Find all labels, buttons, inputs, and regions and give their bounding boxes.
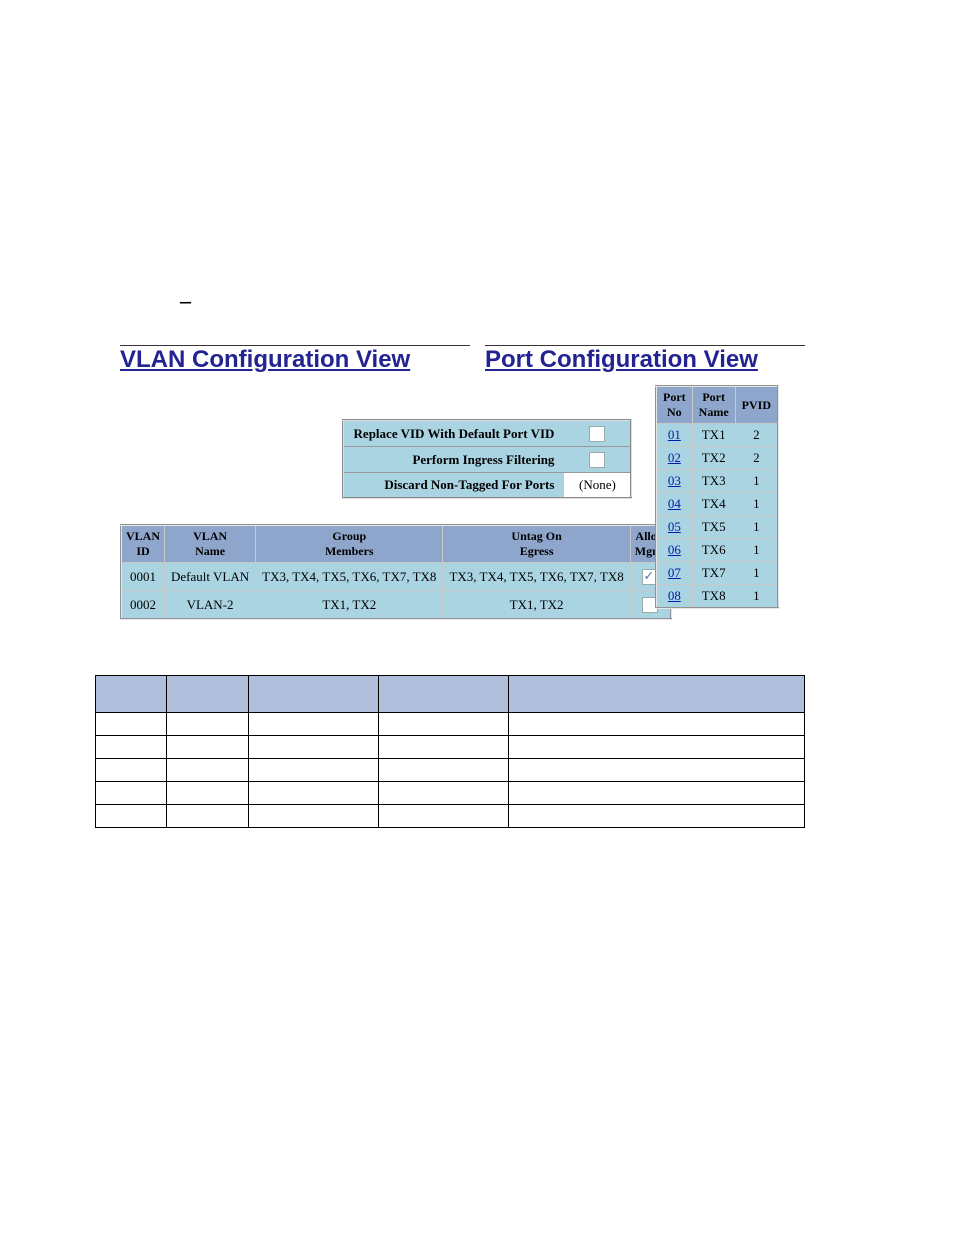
- opt-value-ingress[interactable]: [564, 447, 631, 473]
- blank-row: [96, 713, 805, 736]
- vlan-name-cell: Default VLAN: [165, 563, 256, 591]
- blank-row: [96, 805, 805, 828]
- port-pvid-cell: 2: [735, 424, 778, 447]
- port-pvid-cell: 1: [735, 516, 778, 539]
- port-pvid-cell: 1: [735, 562, 778, 585]
- blank-col-2: [167, 676, 248, 713]
- vlan-col-untag: Untag OnEgress: [443, 525, 630, 563]
- vlan-id-cell: 0001: [121, 563, 165, 591]
- port-pvid-cell: 1: [735, 539, 778, 562]
- vlan-table: VLANID VLANName GroupMembers Untag OnEgr…: [120, 524, 672, 620]
- heading-row: VLAN Configuration View Port Configurati…: [120, 345, 854, 374]
- port-no-link[interactable]: 04: [656, 493, 692, 516]
- checkbox-ingress[interactable]: [589, 452, 605, 468]
- blank-row: [96, 736, 805, 759]
- port-table-header-row: PortNo PortName PVID: [656, 386, 778, 424]
- port-pvid-cell: 1: [735, 585, 778, 609]
- vlan-table-header-row: VLANID VLANName GroupMembers Untag OnEgr…: [121, 525, 671, 563]
- port-col-no: PortNo: [656, 386, 692, 424]
- vlan-row: 0001 Default VLAN TX3, TX4, TX5, TX6, TX…: [121, 563, 671, 591]
- vlan-untag-cell: TX1, TX2: [443, 591, 630, 620]
- blank-header-row: [96, 676, 805, 713]
- port-row: 02 TX2 2: [656, 447, 778, 470]
- blank-table: [95, 675, 805, 828]
- vlan-col-members: GroupMembers: [256, 525, 443, 563]
- opt-label-replace-vid: Replace VID With Default Port VID: [343, 420, 565, 447]
- port-no-link[interactable]: 07: [656, 562, 692, 585]
- port-config-view-heading[interactable]: Port Configuration View: [485, 346, 758, 374]
- port-name-cell: TX4: [692, 493, 735, 516]
- port-pvid-cell: 1: [735, 493, 778, 516]
- port-col-pvid: PVID: [735, 386, 778, 424]
- opt-label-ingress: Perform Ingress Filtering: [343, 447, 565, 473]
- vlan-row: 0002 VLAN-2 TX1, TX2 TX1, TX2: [121, 591, 671, 620]
- port-table: PortNo PortName PVID 01 TX1 2 02 TX2 2 0…: [655, 385, 779, 609]
- port-row: 06 TX6 1: [656, 539, 778, 562]
- blank-row: [96, 759, 805, 782]
- stray-dash: –: [180, 288, 191, 314]
- vlan-col-name: VLANName: [165, 525, 256, 563]
- vlan-members-cell: TX3, TX4, TX5, TX6, TX7, TX8: [256, 563, 443, 591]
- port-name-cell: TX5: [692, 516, 735, 539]
- blank-col-3: [248, 676, 378, 713]
- port-no-link[interactable]: 02: [656, 447, 692, 470]
- vlan-config-view-heading[interactable]: VLAN Configuration View: [120, 346, 410, 374]
- port-name-cell: TX1: [692, 424, 735, 447]
- vlan-id-cell: 0002: [121, 591, 165, 620]
- port-no-link[interactable]: 08: [656, 585, 692, 609]
- vlan-untag-cell: TX3, TX4, TX5, TX6, TX7, TX8: [443, 563, 630, 591]
- port-name-cell: TX2: [692, 447, 735, 470]
- port-col-name: PortName: [692, 386, 735, 424]
- main-content: VLAN Configuration View Port Configurati…: [120, 345, 854, 828]
- port-row: 07 TX7 1: [656, 562, 778, 585]
- vlan-options-table: Replace VID With Default Port VID Perfor…: [342, 419, 633, 499]
- port-pvid-cell: 1: [735, 470, 778, 493]
- port-name-cell: TX6: [692, 539, 735, 562]
- vlan-members-cell: TX1, TX2: [256, 591, 443, 620]
- port-no-link[interactable]: 06: [656, 539, 692, 562]
- blank-col-4: [378, 676, 508, 713]
- port-name-cell: TX8: [692, 585, 735, 609]
- port-no-link[interactable]: 01: [656, 424, 692, 447]
- port-panel: PortNo PortName PVID 01 TX1 2 02 TX2 2 0…: [655, 385, 779, 609]
- port-row: 05 TX5 1: [656, 516, 778, 539]
- blank-col-1: [96, 676, 167, 713]
- blank-row: [96, 782, 805, 805]
- opt-value-replace-vid[interactable]: [564, 420, 631, 447]
- port-name-cell: TX7: [692, 562, 735, 585]
- port-name-cell: TX3: [692, 470, 735, 493]
- port-row: 01 TX1 2: [656, 424, 778, 447]
- opt-label-discard: Discard Non-Tagged For Ports: [343, 473, 565, 499]
- right-heading-column: Port Configuration View: [485, 345, 805, 374]
- port-no-link[interactable]: 05: [656, 516, 692, 539]
- port-pvid-cell: 2: [735, 447, 778, 470]
- vlan-name-cell: VLAN-2: [165, 591, 256, 620]
- checkbox-replace-vid[interactable]: [589, 426, 605, 442]
- port-row: 04 TX4 1: [656, 493, 778, 516]
- left-heading-column: VLAN Configuration View: [120, 345, 470, 374]
- opt-value-discard: (None): [564, 473, 631, 499]
- port-no-link[interactable]: 03: [656, 470, 692, 493]
- vlan-col-id: VLANID: [121, 525, 165, 563]
- port-row: 08 TX8 1: [656, 585, 778, 609]
- port-row: 03 TX3 1: [656, 470, 778, 493]
- blank-col-5: [508, 676, 804, 713]
